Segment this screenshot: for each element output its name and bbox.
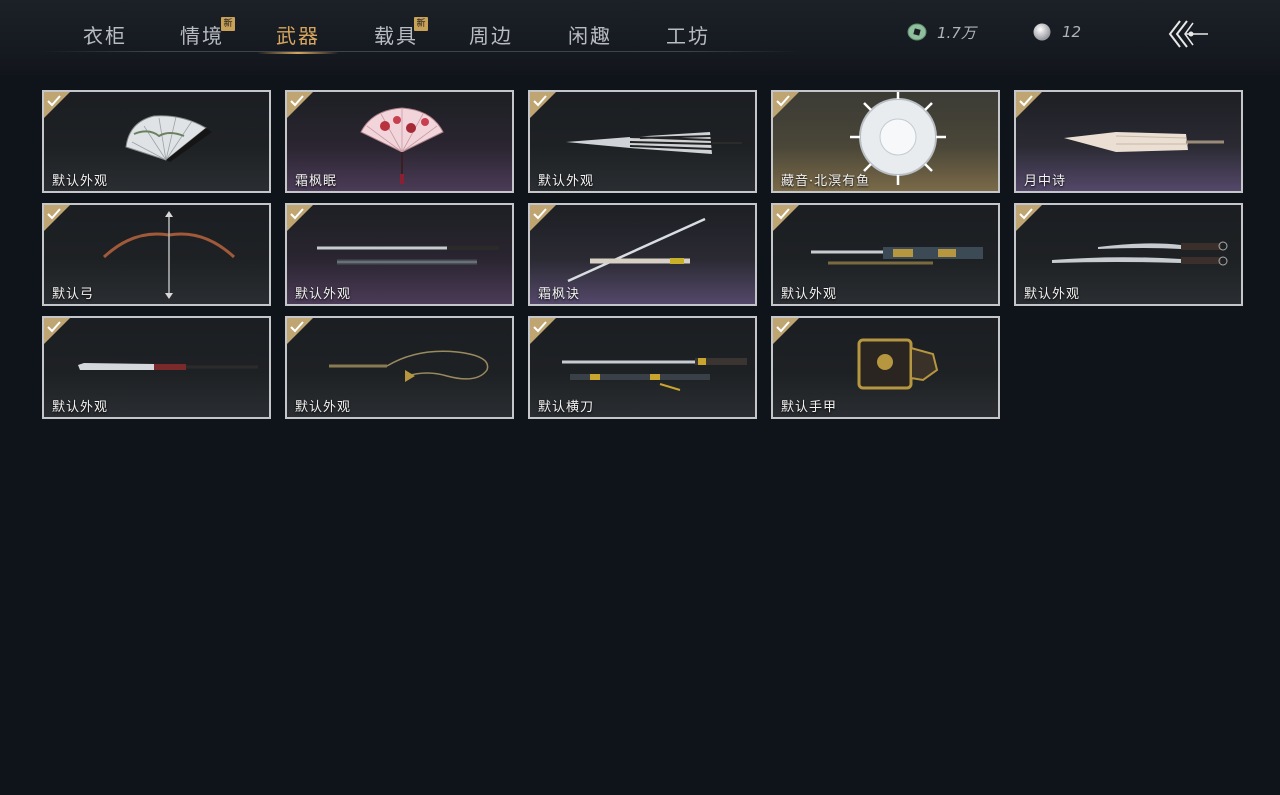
new-badge: 新: [221, 17, 235, 31]
weapon-card[interactable]: 默认外观: [528, 90, 757, 193]
tab-label: 情境: [180, 24, 224, 48]
weapon-grid: 默认外观 霜枫眠 默认外观 藏音·北溟有鱼 月中诗 默认弓 默认外观 霜枫诀 默…: [42, 90, 1244, 420]
category-tabs: 衣柜 情境 新 武器 载具 新 周边 闲趣 工坊: [0, 0, 800, 75]
weapon-card[interactable]: 默认外观: [285, 203, 514, 306]
weapon-card[interactable]: 默认外观: [285, 316, 514, 419]
item-name: 月中诗: [1024, 174, 1067, 189]
tab-vehicles[interactable]: 载具 新: [351, 17, 441, 54]
tab-wardrobe[interactable]: 衣柜: [60, 20, 150, 54]
check-icon: [47, 321, 61, 333]
check-icon: [533, 95, 547, 107]
check-icon: [1019, 95, 1033, 107]
weapon-card[interactable]: 霜枫诀: [528, 203, 757, 306]
tab-scenes[interactable]: 情境 新: [157, 17, 247, 54]
weapon-card[interactable]: 默认外观: [1014, 203, 1243, 306]
back-arrow-icon: [1168, 20, 1208, 48]
pearl-icon: [1033, 23, 1051, 41]
weapon-card[interactable]: 藏音·北溟有鱼: [771, 90, 1000, 193]
item-name: 默认外观: [52, 400, 109, 415]
item-name: 藏音·北溟有鱼: [781, 174, 871, 189]
check-icon: [1019, 208, 1033, 220]
check-icon: [290, 95, 304, 107]
item-name: 默认外观: [538, 174, 595, 189]
check-icon: [776, 321, 790, 333]
coin-balance[interactable]: 1.7万: [907, 20, 976, 44]
weapon-card[interactable]: 默认外观: [771, 203, 1000, 306]
item-name: 默认外观: [295, 287, 352, 302]
weapon-card[interactable]: 月中诗: [1014, 90, 1243, 193]
check-icon: [776, 208, 790, 220]
check-icon: [290, 321, 304, 333]
back-button[interactable]: [1166, 17, 1212, 51]
tab-workshop[interactable]: 工坊: [643, 20, 733, 54]
tab-merch[interactable]: 周边: [446, 20, 536, 54]
tab-divider: [40, 51, 800, 52]
tab-weapons[interactable]: 武器: [253, 20, 343, 54]
weapon-card[interactable]: 默认手甲: [771, 316, 1000, 419]
check-icon: [533, 208, 547, 220]
tab-label: 周边: [469, 24, 513, 48]
tab-label: 衣柜: [83, 24, 127, 48]
jade-coin-icon: [907, 23, 927, 41]
check-icon: [776, 95, 790, 107]
check-icon: [47, 95, 61, 107]
check-icon: [290, 208, 304, 220]
item-name: 霜枫诀: [538, 287, 581, 302]
pearl-balance[interactable]: 12: [1032, 20, 1081, 44]
item-name: 默认弓: [52, 287, 95, 302]
tab-leisure[interactable]: 闲趣: [545, 20, 635, 54]
item-name: 默认横刀: [538, 400, 595, 415]
check-icon: [47, 208, 61, 220]
weapon-card[interactable]: 默认外观: [42, 316, 271, 419]
check-icon: [533, 321, 547, 333]
item-name: 默认外观: [295, 400, 352, 415]
item-name: 霜枫眠: [295, 174, 338, 189]
tab-label: 闲趣: [568, 24, 612, 48]
item-name: 默认外观: [52, 174, 109, 189]
item-name: 默认外观: [1024, 287, 1081, 302]
active-tab-underline: [257, 52, 339, 54]
coin-amount: 1.7万: [937, 23, 976, 42]
weapon-card[interactable]: 霜枫眠: [285, 90, 514, 193]
new-badge: 新: [414, 17, 428, 31]
item-name: 默认手甲: [781, 400, 838, 415]
item-name: 默认外观: [781, 287, 838, 302]
top-nav-bar: 衣柜 情境 新 武器 载具 新 周边 闲趣 工坊 1.7万 12: [0, 0, 1280, 75]
weapon-card[interactable]: 默认外观: [42, 90, 271, 193]
tab-label: 武器: [276, 24, 320, 48]
tab-label: 载具: [374, 24, 418, 48]
tab-label: 工坊: [666, 24, 710, 48]
weapon-card[interactable]: 默认弓: [42, 203, 271, 306]
pearl-amount: 12: [1062, 23, 1082, 41]
weapon-card[interactable]: 默认横刀: [528, 316, 757, 419]
